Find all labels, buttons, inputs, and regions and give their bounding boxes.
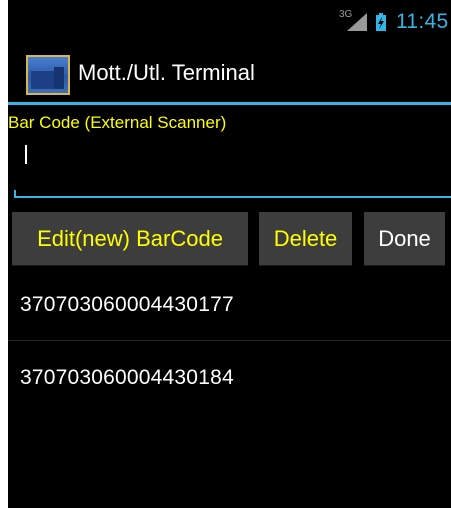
action-bar: Mott./Utl. Terminal <box>8 38 451 102</box>
list-item[interactable]: 370703060004430184 <box>8 353 451 405</box>
done-button[interactable]: Done <box>364 212 445 265</box>
action-bar-divider <box>8 102 451 105</box>
barcode-value: 370703060004430184 <box>20 366 234 389</box>
battery-charging-icon <box>376 13 386 31</box>
input-underline <box>14 196 451 198</box>
truck-cab-shape <box>54 67 64 89</box>
barcode-value: 370703060004430177 <box>20 293 234 316</box>
text-cursor <box>25 145 27 164</box>
barcode-input[interactable] <box>8 130 451 198</box>
edit-barcode-button[interactable]: Edit(new) BarCode <box>12 212 248 265</box>
list-divider <box>8 340 451 341</box>
signal-icon <box>347 13 367 31</box>
status-bar: 3G 11:45 <box>8 0 451 38</box>
clock: 11:45 <box>396 10 449 33</box>
delete-button[interactable]: Delete <box>259 212 352 265</box>
list-item[interactable]: 370703060004430177 <box>8 280 451 332</box>
app-screen: 3G 11:45 Mott./Utl. Terminal Bar Code (E… <box>8 0 451 508</box>
app-title: Mott./Utl. Terminal <box>78 60 255 85</box>
app-truck-icon[interactable] <box>26 55 70 95</box>
